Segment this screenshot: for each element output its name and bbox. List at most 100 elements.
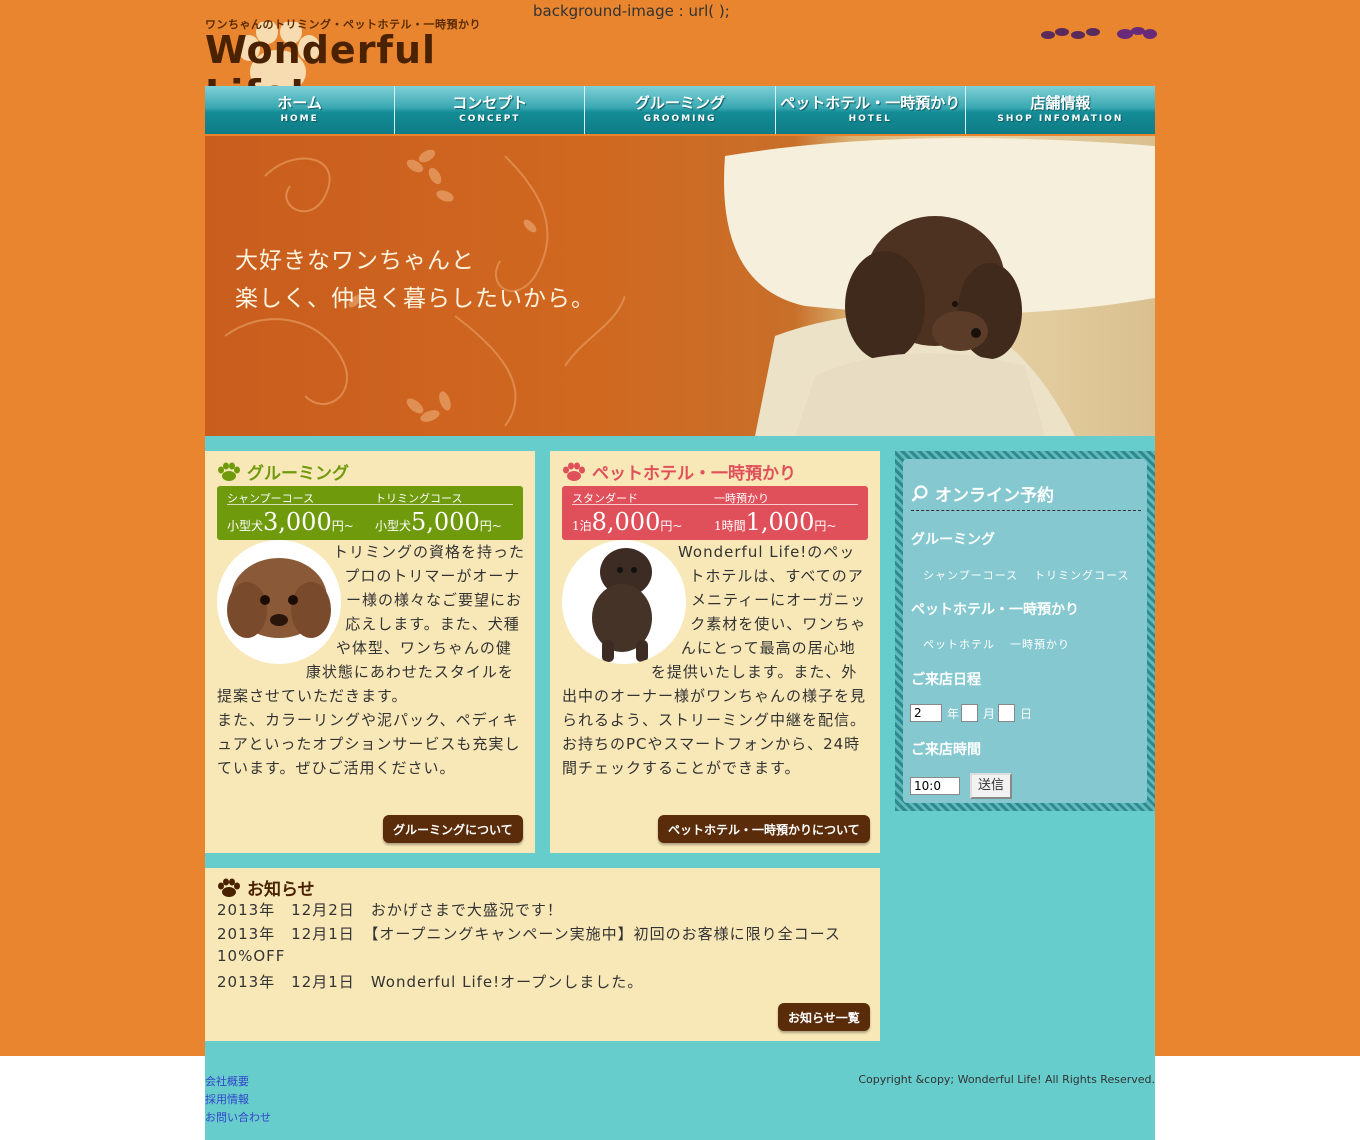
nav-sublabel: SHOP INFOMATION	[997, 114, 1124, 124]
news-date: 2013年 12月1日	[217, 925, 355, 943]
nav-shop-info[interactable]: 店舗情報 SHOP INFOMATION	[965, 86, 1156, 134]
stray-css-text: background-image : url( );	[533, 2, 730, 20]
site-logo[interactable]: ワンちゃんのトリミング・ペットホテル・一時預かり Wonderful Life!	[205, 12, 545, 116]
hotel-detail-button[interactable]: ペットホテル・一時預かりについて	[658, 815, 870, 843]
nav-sublabel: HOME	[280, 114, 319, 124]
price-suffix: 円~	[331, 519, 354, 533]
hero-line: 楽しく、仲良く暮らしたいから。	[235, 286, 595, 312]
paw-icon	[218, 462, 240, 481]
price-course: スタンダード 1泊8,000円~	[572, 490, 682, 536]
price-value: 5,000	[411, 508, 480, 536]
news-text: 【オープニングキャンペーン実施中】初回のお客様に限り全コース	[370, 925, 841, 943]
price-course-name: 一時預かり	[714, 492, 769, 505]
reservation-grooming-heading: グルーミング	[911, 532, 995, 548]
price-prefix: 1時間	[714, 519, 746, 533]
news-date: 2013年 12月2日	[217, 901, 355, 919]
day-input[interactable]	[998, 704, 1015, 722]
price-amount: 小型犬3,000円~	[227, 508, 354, 536]
option-shampoo-course[interactable]: シャンプーコース	[923, 567, 1018, 583]
nav-sublabel: HOTEL	[848, 114, 892, 124]
news-date: 2013年 12月1日	[217, 973, 355, 991]
news-text: 10%OFF	[217, 947, 286, 965]
header-paw-decoration	[1040, 26, 1158, 40]
month-input[interactable]	[961, 704, 978, 722]
poodle-sitting-image	[562, 540, 686, 664]
price-course: 一時預かり 1時間1,000円~	[714, 490, 836, 536]
card-title-text: グルーミング	[247, 464, 349, 484]
news-item[interactable]: 2013年 12月1日 【オープニングキャンペーン実施中】初回のお客様に限り全コ…	[217, 923, 841, 944]
reservation-form: オンライン予約 グルーミング シャンプーコース トリミングコース ペットホテル・…	[903, 459, 1147, 803]
price-course-name: シャンプーコース	[227, 492, 315, 505]
hotel-description: Wonderful Life!のペットホテルは、すべてのアメニティーにオーガニッ…	[562, 540, 870, 780]
main-nav: ホーム HOME コンセプト CONCEPT グルーミング GROOMING ペ…	[205, 86, 1156, 134]
month-label: 月	[983, 707, 996, 721]
nav-label: ペットホテル・一時預かり	[780, 94, 961, 112]
dog-photo	[724, 138, 1155, 436]
news-text: おかげさまで大盛況です！	[370, 901, 563, 919]
news-text: Wonderful Life!オープンしました。	[370, 973, 644, 991]
nav-label: 店舗情報	[1030, 94, 1091, 112]
price-prefix: 小型犬	[227, 519, 264, 533]
grooming-paragraph: また、カラーリングや泥パック、ペディキュアといったオプションサービスも充実してい…	[217, 711, 521, 777]
price-course: トリミングコース 小型犬5,000円~	[375, 490, 502, 536]
poodle-face-photo	[217, 540, 341, 664]
time-input[interactable]	[910, 777, 960, 795]
year-input[interactable]	[910, 704, 942, 722]
news-title: お知らせ	[217, 875, 315, 900]
paw-icon	[563, 462, 585, 481]
option-trimming-course[interactable]: トリミングコース	[1034, 567, 1129, 583]
news-card: お知らせ 2013年 12月2日 おかげさまで大盛況です！ 2013年 12月1…	[205, 868, 880, 1041]
option-temporary-care[interactable]: 一時預かり	[1010, 636, 1070, 652]
poodle-sitting-photo	[562, 540, 686, 664]
reservation-panel: オンライン予約 グルーミング シャンプーコース トリミングコース ペットホテル・…	[895, 451, 1155, 811]
paw-row-icon	[1117, 27, 1157, 39]
price-amount: 1泊8,000円~	[572, 508, 682, 536]
price-course-name: スタンダード	[572, 492, 638, 505]
reservation-title-text: オンライン予約	[935, 486, 1054, 506]
news-list-button[interactable]: お知らせ一覧	[778, 1003, 870, 1031]
footer-link-recruit[interactable]: 採用情報	[205, 1091, 249, 1107]
grooming-card: グルーミング シャンプーコース 小型犬3,000円~ トリミングコース 小型犬5…	[205, 451, 535, 853]
nav-hotel[interactable]: ペットホテル・一時預かり HOTEL	[775, 86, 966, 134]
price-suffix: 円~	[660, 519, 683, 533]
year-label: 年	[947, 707, 960, 721]
price-prefix: 小型犬	[375, 519, 412, 533]
nav-home[interactable]: ホーム HOME	[205, 86, 396, 134]
nav-label: ホーム	[277, 94, 322, 112]
news-item[interactable]: 2013年 12月1日 Wonderful Life!オープンしました。	[217, 971, 643, 992]
nav-concept[interactable]: コンセプト CONCEPT	[395, 86, 586, 134]
price-prefix: 1泊	[572, 519, 592, 533]
price-amount: 1時間1,000円~	[714, 508, 836, 536]
paw-icon	[218, 878, 240, 897]
card-title-text: ペットホテル・一時預かり	[592, 464, 796, 484]
nav-grooming[interactable]: グルーミング GROOMING	[585, 86, 776, 134]
footer-link-contact[interactable]: お問い合わせ	[205, 1109, 271, 1125]
reservation-hotel-heading: ペットホテル・一時預かり	[911, 602, 1079, 618]
copyright-text: Copyright &copy; Wonderful Life! All Rig…	[858, 1073, 1155, 1086]
news-item[interactable]: 2013年 12月2日 おかげさまで大盛況です！	[217, 899, 563, 920]
price-value: 3,000	[263, 508, 332, 536]
news-item-continued: 10%OFF	[217, 947, 285, 965]
poodle-face-image	[217, 540, 341, 664]
news-title-text: お知らせ	[247, 880, 315, 900]
nav-label: グルーミング	[635, 94, 726, 112]
grooming-detail-button[interactable]: グルーミングについて	[383, 815, 523, 843]
nav-sublabel: CONCEPT	[459, 114, 521, 124]
reservation-time-heading: ご来店時間	[911, 742, 981, 758]
grooming-card-title: グルーミング	[217, 459, 349, 484]
price-value: 8,000	[591, 508, 661, 536]
price-suffix: 円~	[814, 519, 837, 533]
option-pet-hotel[interactable]: ペットホテル	[923, 636, 995, 652]
paw-row-icon	[1041, 28, 1100, 39]
hero-banner: 大好きなワンちゃんと 楽しく、仲良く暮らしたいから。	[205, 136, 1155, 436]
submit-button[interactable]: 送信	[970, 773, 1012, 799]
hotel-price-box: スタンダード 1泊8,000円~ 一時預かり 1時間1,000円~	[562, 486, 868, 540]
reservation-date-heading: ご来店日程	[911, 672, 981, 688]
search-icon	[911, 484, 928, 502]
price-amount: 小型犬5,000円~	[375, 508, 502, 536]
price-value: 1,000	[745, 508, 815, 536]
footer-link-company[interactable]: 会社概要	[205, 1073, 249, 1089]
hero-copy: 大好きなワンちゃんと 楽しく、仲良く暮らしたいから。	[235, 242, 595, 318]
hero-line: 大好きなワンちゃんと	[235, 248, 475, 274]
nav-sublabel: GROOMING	[643, 114, 717, 124]
